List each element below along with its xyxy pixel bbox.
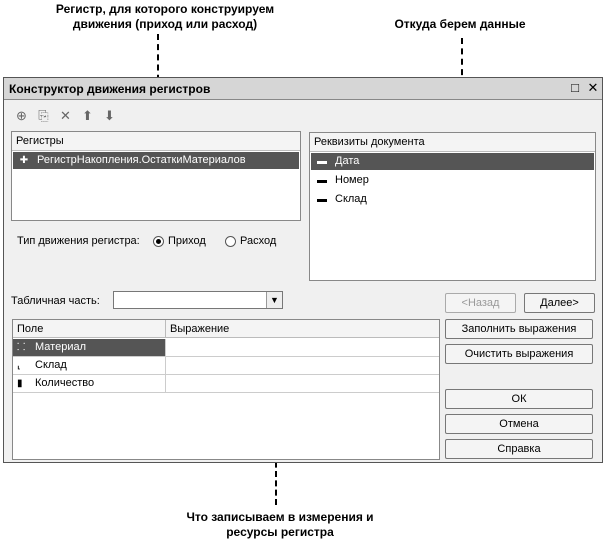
attribute-icon: ▬ xyxy=(317,194,327,205)
registers-list[interactable]: Регистры ✚ РегистрНакопления.ОстаткиМате… xyxy=(11,131,301,221)
annotation-target: Что записываем в измерения и ресурсы рег… xyxy=(186,510,374,539)
field-name: Склад xyxy=(35,359,67,371)
field-cell[interactable]: ⸬ Материал xyxy=(13,339,166,356)
radio-expense[interactable] xyxy=(225,236,236,247)
requisite-item-label: Дата xyxy=(335,155,360,167)
copy-icon[interactable]: ⎘ xyxy=(36,108,51,123)
requisite-item-label: Номер xyxy=(335,174,369,186)
annotation-source: Откуда берем данные xyxy=(394,17,526,31)
move-up-icon[interactable]: ⬆ xyxy=(80,108,95,123)
requisite-item-number[interactable]: ▬ Номер xyxy=(311,172,594,189)
title-bar: Конструктор движения регистров □ ✕ xyxy=(4,78,602,100)
field-expression-table[interactable]: Поле Выражение ⸬ Материал ⸤ Склад ▮ Коли… xyxy=(12,319,440,460)
next-button[interactable]: Далее> xyxy=(524,293,595,313)
requisite-item-warehouse[interactable]: ▬ Склад xyxy=(311,191,594,208)
clear-expressions-button[interactable]: Очистить выражения xyxy=(445,344,593,364)
close-icon[interactable]: ✕ xyxy=(586,81,600,95)
cancel-button[interactable]: Отмена xyxy=(445,414,593,434)
field-cell[interactable]: ⸤ Склад xyxy=(13,357,166,374)
column-header-field[interactable]: Поле xyxy=(13,320,166,338)
attribute-icon: ▬ xyxy=(317,156,327,167)
requisite-item-label: Склад xyxy=(335,193,367,205)
register-item-label: РегистрНакопления.ОстаткиМатериалов xyxy=(37,154,246,166)
maximize-icon[interactable]: □ xyxy=(568,81,582,95)
attribute-icon: ▬ xyxy=(317,175,327,186)
document-requisites-list[interactable]: Реквизиты документа ▬ Дата ▬ Номер ▬ Скл… xyxy=(309,132,596,281)
chevron-down-icon[interactable]: ▼ xyxy=(266,292,282,308)
registers-header: Регистры xyxy=(12,132,300,151)
table-row[interactable]: ⸤ Склад xyxy=(13,357,439,375)
register-movement-constructor-window: Конструктор движения регистров □ ✕ ⊕ ⎘ ✕… xyxy=(3,77,603,463)
move-down-icon[interactable]: ⬇ xyxy=(102,108,117,123)
dimension-icon: ⸤ xyxy=(17,360,21,371)
window-title: Конструктор движения регистров xyxy=(9,82,211,96)
register-icon: ✚ xyxy=(19,155,29,166)
register-item[interactable]: ✚ РегистрНакопления.ОстаткиМатериалов xyxy=(13,152,299,169)
table-part-select[interactable]: ▼ xyxy=(113,291,283,309)
dimension-icon: ⸬ xyxy=(17,342,26,353)
requisites-header: Реквизиты документа xyxy=(310,133,595,152)
delete-icon[interactable]: ✕ xyxy=(58,108,73,123)
movement-type-label: Тип движения регистра: xyxy=(17,235,140,247)
field-name: Количество xyxy=(35,377,95,389)
radio-income-label[interactable]: Приход xyxy=(168,235,206,247)
column-header-expression[interactable]: Выражение xyxy=(166,320,439,338)
field-cell[interactable]: ▮ Количество xyxy=(13,375,166,392)
add-icon[interactable]: ⊕ xyxy=(14,108,29,123)
table-row[interactable]: ▮ Количество xyxy=(13,375,439,393)
field-name: Материал xyxy=(35,341,86,353)
help-button[interactable]: Справка xyxy=(445,439,593,459)
resource-icon: ▮ xyxy=(17,378,23,389)
ok-button[interactable]: ОК xyxy=(445,389,593,409)
radio-income[interactable] xyxy=(153,236,164,247)
requisite-item-date[interactable]: ▬ Дата xyxy=(311,153,594,170)
table-part-label: Табличная часть: xyxy=(11,295,100,307)
table-row[interactable]: ⸬ Материал xyxy=(13,339,439,357)
back-button[interactable]: <Назад xyxy=(445,293,516,313)
fill-expressions-button[interactable]: Заполнить выражения xyxy=(445,319,593,339)
annotation-register: Регистр, для которого конструируем движе… xyxy=(55,2,275,31)
radio-expense-label[interactable]: Расход xyxy=(240,235,276,247)
